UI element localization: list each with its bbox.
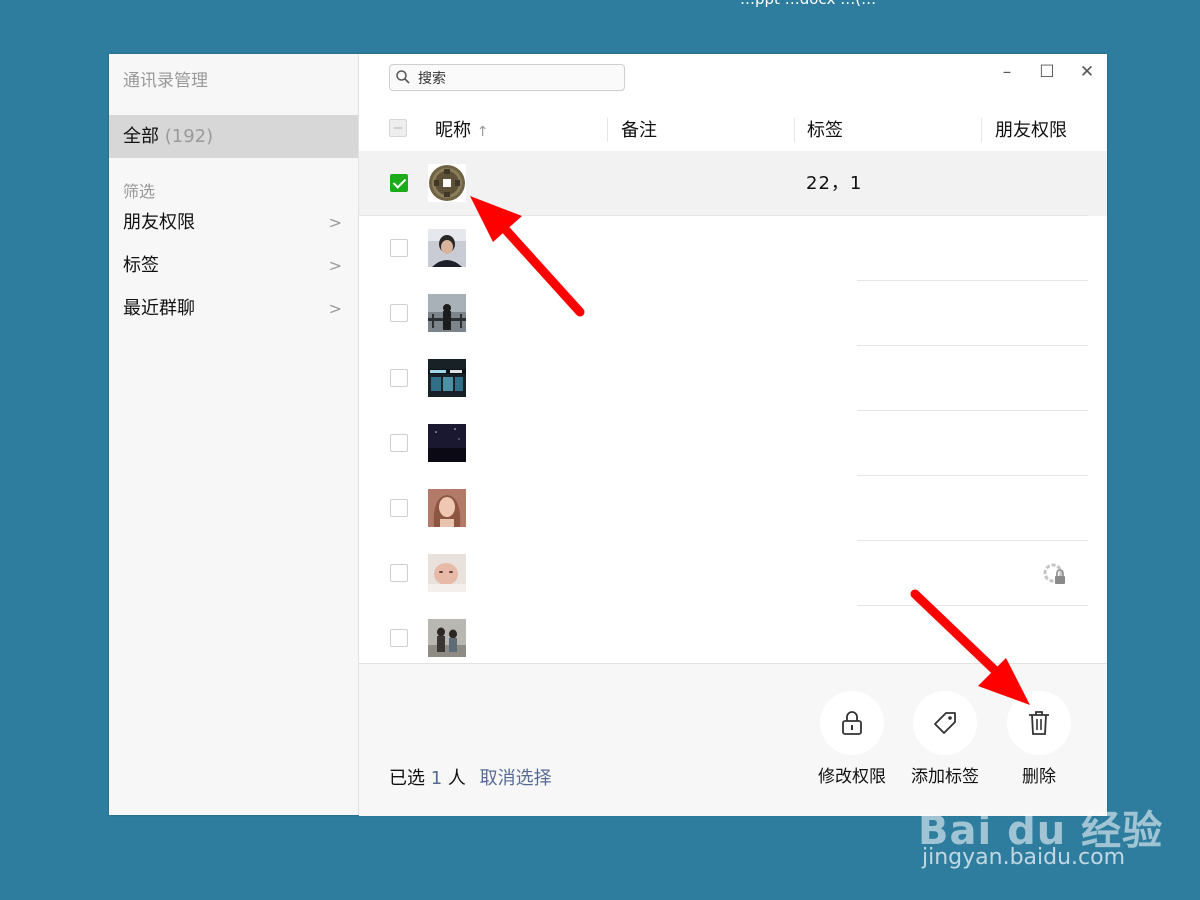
portrait-avatar: [428, 229, 466, 267]
row-checkbox[interactable]: [390, 564, 408, 582]
row-checkbox[interactable]: [390, 174, 408, 192]
column-divider: [794, 118, 795, 142]
search-icon: [396, 70, 410, 84]
table-row[interactable]: [359, 216, 1107, 281]
modify-permission-label: 修改权限: [818, 767, 886, 787]
table-row[interactable]: [359, 346, 1107, 411]
sidebar-item-label: 标签: [123, 255, 159, 276]
silhouette-avatar: [428, 294, 466, 332]
sort-ascending-icon: ↑: [476, 124, 489, 140]
sidebar-item-all[interactable]: 全部 (192): [109, 115, 358, 158]
sidebar-item-tags[interactable]: 标签 >: [109, 246, 358, 286]
column-divider: [607, 118, 608, 142]
bottom-action-bar: 已选 1 人 取消选择 修改权限 添加标签 删除: [359, 663, 1107, 816]
lock-icon: [842, 711, 862, 735]
row-checkbox[interactable]: [390, 629, 408, 647]
row-checkbox[interactable]: [390, 434, 408, 452]
column-header-nickname[interactable]: 昵称 ↑: [435, 112, 488, 150]
search-box[interactable]: [389, 64, 625, 91]
modify-permission-button[interactable]: 修改权限: [812, 691, 892, 787]
sidebar: 通讯录管理 全部 (192) 筛选 朋友权限 > 标签 > 最近群聊 >: [109, 54, 359, 815]
sidebar-item-all-count: (192): [164, 126, 214, 147]
column-header-permission[interactable]: 朋友权限: [995, 112, 1067, 150]
chevron-right-icon: >: [328, 299, 342, 318]
girl-avatar: [428, 489, 466, 527]
row-checkbox[interactable]: [390, 369, 408, 387]
night-sky-avatar: [428, 424, 466, 462]
cancel-selection-link[interactable]: 取消选择: [480, 768, 552, 789]
trash-icon: [1029, 711, 1049, 735]
tag-icon: [934, 712, 956, 734]
search-input[interactable]: [416, 67, 620, 90]
top-strip-text: …ppt …docx …(…: [740, 0, 1120, 10]
chevron-right-icon: >: [328, 213, 342, 232]
sidebar-title: 通讯录管理: [123, 71, 208, 91]
moments-restricted-lock-icon: [1043, 563, 1067, 591]
storefront-avatar: [428, 359, 466, 397]
selection-suffix: 人: [447, 768, 466, 789]
sidebar-item-friend-permission[interactable]: 朋友权限 >: [109, 203, 358, 243]
table-row[interactable]: [359, 476, 1107, 541]
sidebar-item-label: 最近群聊: [123, 298, 195, 319]
contacts-panel: – ☐ ✕ 昵称 ↑ 备注 标签 朋友权限: [359, 54, 1107, 816]
maximize-button[interactable]: ☐: [1033, 60, 1061, 84]
add-tag-button[interactable]: 添加标签: [905, 691, 985, 787]
row-checkbox[interactable]: [390, 239, 408, 257]
add-tag-icon-circle[interactable]: [913, 691, 977, 755]
delete-button[interactable]: 删除: [999, 691, 1079, 787]
table-row[interactable]: 22，1: [359, 151, 1107, 216]
row-tags: 22，1: [806, 173, 863, 194]
chevron-right-icon: >: [328, 256, 342, 275]
watermark-url: jingyan.baidu.com: [922, 845, 1126, 870]
contacts-manager-window: 通讯录管理 全部 (192) 筛选 朋友权限 > 标签 > 最近群聊 > – ☐: [109, 54, 1107, 816]
face-avatar: [428, 554, 466, 592]
minimize-button[interactable]: –: [993, 60, 1021, 84]
couple-avatar: [428, 619, 466, 657]
selection-prefix: 已选: [389, 768, 425, 789]
coin-avatar: [428, 164, 466, 202]
table-row[interactable]: [359, 541, 1107, 606]
table-row[interactable]: [359, 606, 1107, 671]
modify-permission-icon-circle[interactable]: [820, 691, 884, 755]
column-divider: [981, 118, 982, 142]
sidebar-filter-heading: 筛选: [123, 182, 156, 201]
sidebar-item-label: 朋友权限: [123, 212, 195, 233]
column-header-tags[interactable]: 标签: [807, 112, 843, 150]
close-button[interactable]: ✕: [1073, 60, 1101, 84]
sidebar-item-all-label: 全部: [123, 126, 159, 147]
sidebar-item-recent-groups[interactable]: 最近群聊 >: [109, 289, 358, 329]
add-tag-label: 添加标签: [911, 767, 979, 787]
selection-info: 已选 1 人 取消选择: [389, 764, 552, 790]
row-checkbox[interactable]: [390, 304, 408, 322]
delete-label: 删除: [1022, 767, 1056, 787]
table-row[interactable]: [359, 281, 1107, 346]
delete-icon-circle[interactable]: [1007, 691, 1071, 755]
select-all-checkbox[interactable]: [389, 119, 407, 137]
selection-count: 1: [430, 768, 443, 789]
table-row[interactable]: [359, 411, 1107, 476]
column-header-remark[interactable]: 备注: [621, 112, 657, 150]
row-checkbox[interactable]: [390, 499, 408, 517]
column-header-nickname-label: 昵称: [435, 120, 471, 141]
